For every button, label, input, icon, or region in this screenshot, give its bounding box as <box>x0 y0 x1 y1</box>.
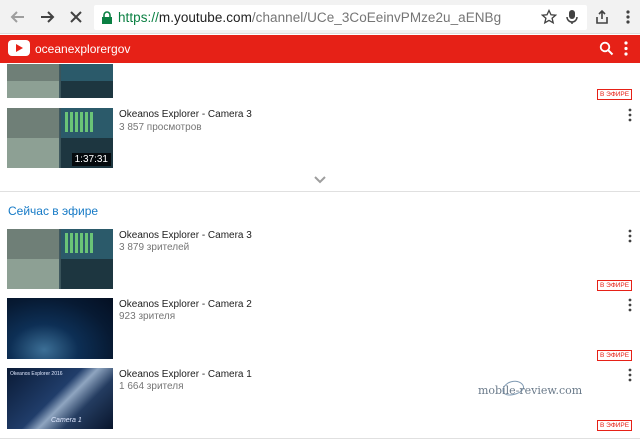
video-title[interactable]: Okeanos Explorer - Camera 2 <box>119 299 252 310</box>
bookmark-star-icon[interactable] <box>541 9 557 25</box>
viewer-count: 3 879 зрителей <box>119 242 190 253</box>
expand-chevron-icon[interactable] <box>312 175 328 185</box>
video-thumbnail[interactable] <box>7 298 113 359</box>
section-divider <box>0 191 640 192</box>
forward-icon[interactable] <box>37 7 57 27</box>
live-badge: В ЭФИРЕ <box>597 89 633 100</box>
youtube-logo-icon[interactable] <box>8 40 30 56</box>
video-title[interactable]: Okeanos Explorer - Camera 1 <box>119 369 252 380</box>
video-thumbnail[interactable] <box>7 64 113 98</box>
video-duration: 1:37:31 <box>71 153 111 166</box>
browser-toolbar: https://m.youtube.com/channel/UCe_3CoEei… <box>0 0 640 34</box>
microphone-icon[interactable] <box>565 9 579 25</box>
video-menu-icon[interactable] <box>626 229 634 243</box>
video-thumbnail[interactable]: 1:37:31 <box>7 108 113 168</box>
browser-menu-icon[interactable] <box>618 7 638 27</box>
stop-loading-icon[interactable] <box>66 7 86 27</box>
video-title[interactable]: Okeanos Explorer - Camera 3 <box>119 109 252 120</box>
live-badge: В ЭФИРЕ <box>597 280 633 291</box>
video-thumbnail[interactable] <box>7 229 113 289</box>
youtube-menu-icon[interactable] <box>624 41 628 56</box>
bottom-divider <box>0 438 640 439</box>
video-menu-icon[interactable] <box>626 108 634 122</box>
watermark-text: mobile-review.com <box>478 384 583 397</box>
back-icon[interactable] <box>8 7 28 27</box>
share-icon[interactable] <box>592 7 612 27</box>
video-title[interactable]: Okeanos Explorer - Camera 3 <box>119 230 252 241</box>
thumbnail-overlay-text: Camera 1 <box>51 417 82 424</box>
live-badge: В ЭФИРЕ <box>597 420 633 431</box>
view-count: 3 857 просмотров <box>119 122 202 133</box>
video-menu-icon[interactable] <box>626 368 634 382</box>
youtube-header: oceanexplorergov <box>0 35 640 63</box>
search-icon[interactable] <box>599 41 614 56</box>
channel-name: oceanexplorergov <box>35 42 131 56</box>
video-menu-icon[interactable] <box>626 298 634 312</box>
video-thumbnail[interactable]: Okeanos Explorer 2016 Camera 1 <box>7 368 113 429</box>
url-text: https://m.youtube.com/channel/UCe_3CoEei… <box>118 10 502 25</box>
thumbnail-caption: Okeanos Explorer 2016 <box>10 371 63 377</box>
address-bar[interactable]: https://m.youtube.com/channel/UCe_3CoEei… <box>94 5 587 30</box>
viewer-count: 923 зрителя <box>119 311 176 322</box>
section-title[interactable]: Сейчас в эфире <box>8 204 98 218</box>
lock-icon <box>102 10 112 24</box>
viewer-count: 1 664 зрителя <box>119 381 184 392</box>
live-badge: В ЭФИРЕ <box>597 350 633 361</box>
